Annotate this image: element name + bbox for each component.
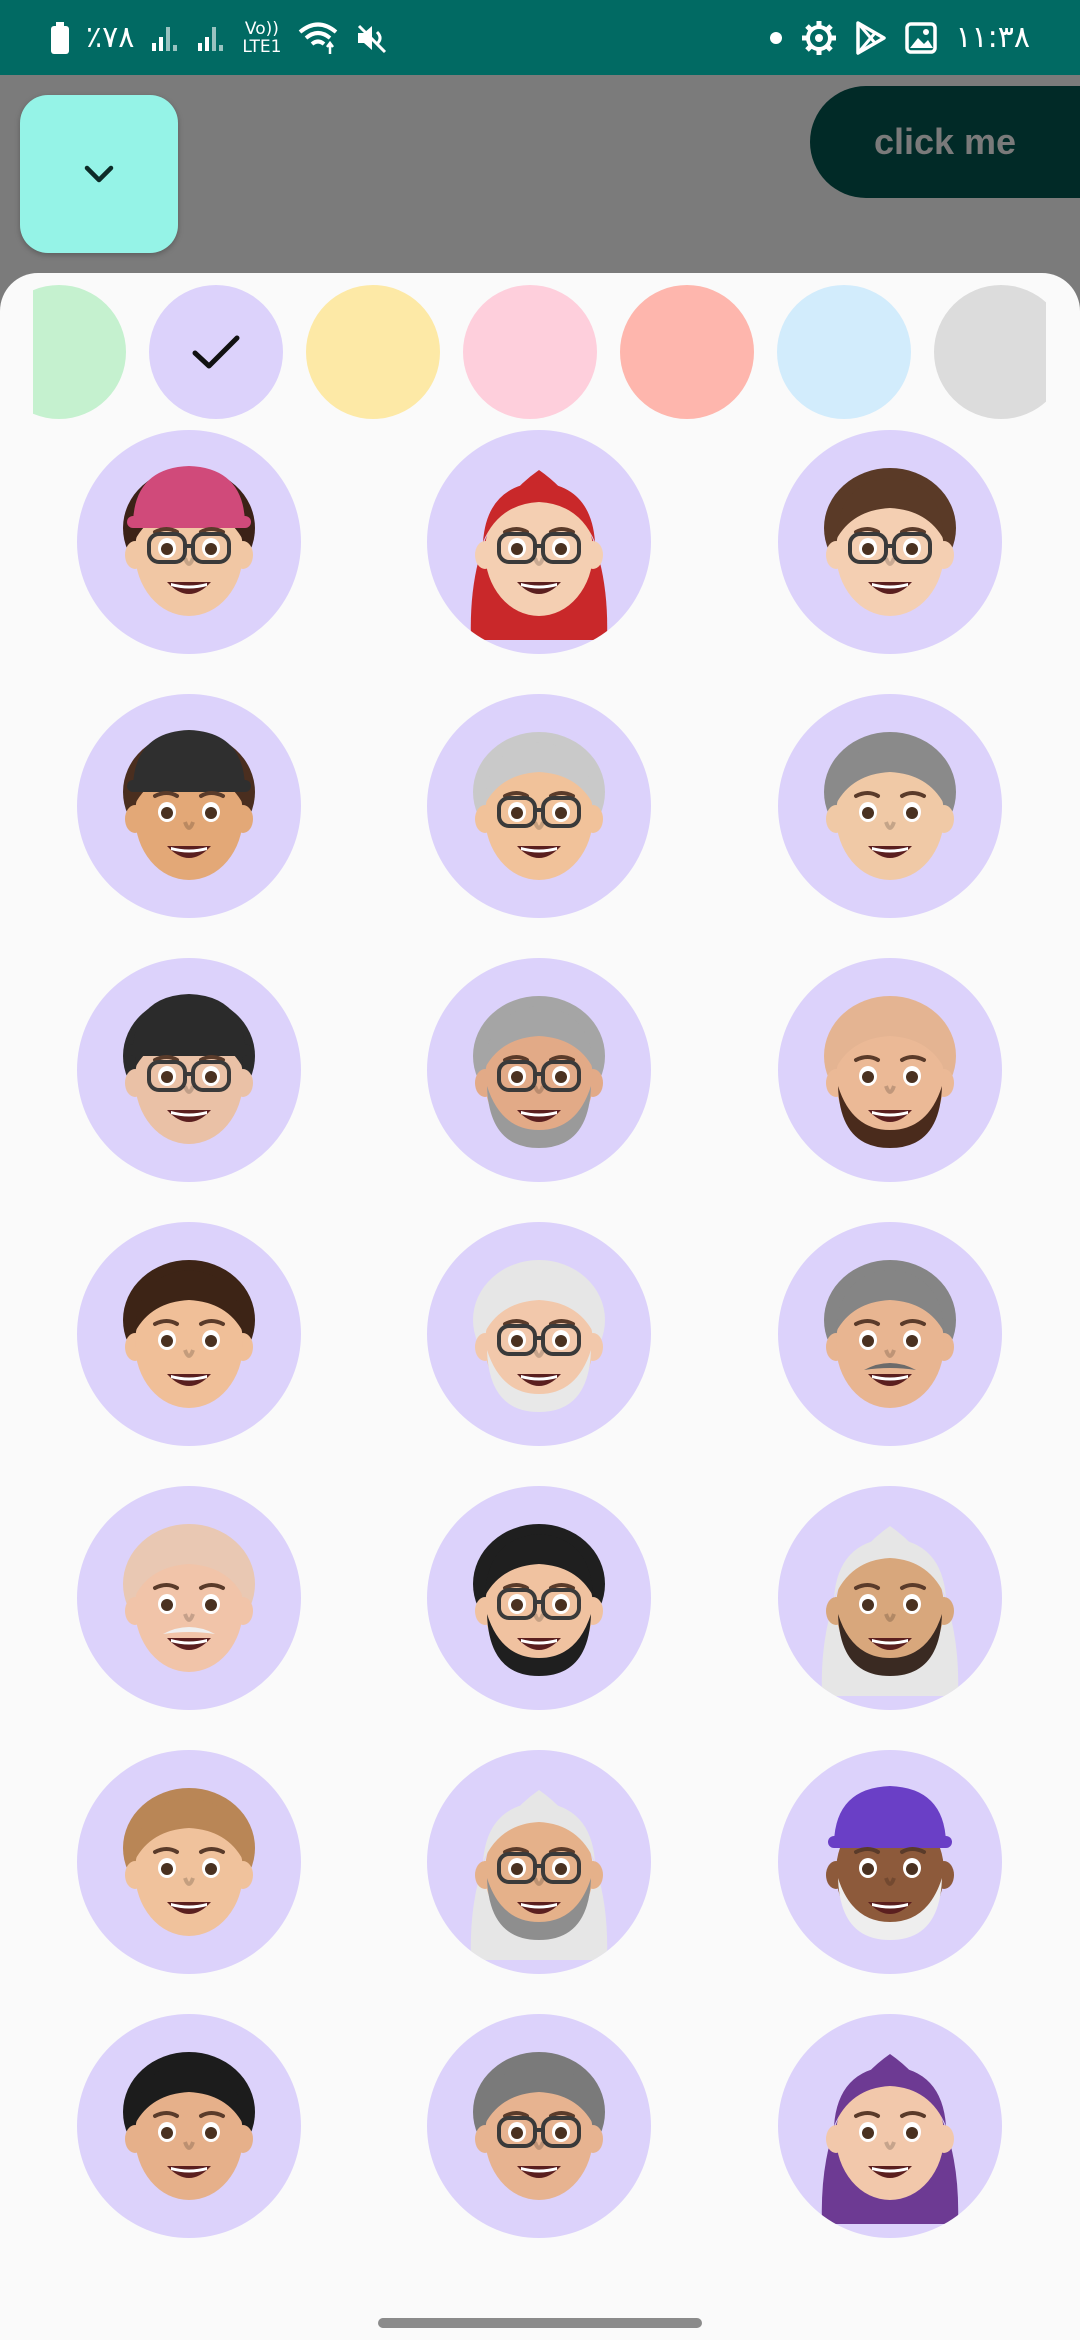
color-swatch-row[interactable] xyxy=(33,285,1046,421)
click-me-label: click me xyxy=(873,121,1017,162)
avatar-option[interactable] xyxy=(778,1750,1002,1974)
avatar-option[interactable] xyxy=(427,1222,651,1446)
avatar-option[interactable] xyxy=(778,1222,1002,1446)
home-indicator[interactable] xyxy=(378,2318,702,2328)
color-swatch[interactable] xyxy=(33,285,126,419)
avatar-option[interactable] xyxy=(778,1486,1002,1710)
avatar-option[interactable] xyxy=(427,958,651,1182)
volte-icon: Vo)) LTE1 xyxy=(242,20,281,56)
avatar-option[interactable] xyxy=(427,2014,651,2238)
avatar-option[interactable] xyxy=(427,1750,651,1974)
dropdown-toggle-button[interactable] xyxy=(20,95,178,253)
avatar-option[interactable] xyxy=(778,958,1002,1182)
avatar-option[interactable] xyxy=(427,1486,651,1710)
avatar-option[interactable] xyxy=(77,2014,301,2238)
avatar-option[interactable] xyxy=(77,694,301,918)
color-swatch[interactable] xyxy=(777,285,911,419)
signal-icon xyxy=(196,23,226,53)
color-swatch[interactable] xyxy=(306,285,440,419)
avatar-picker-sheet xyxy=(0,273,1080,2340)
avatar-option[interactable] xyxy=(77,1750,301,1974)
color-swatch[interactable] xyxy=(620,285,754,419)
avatar-option[interactable] xyxy=(427,430,651,654)
settings-icon xyxy=(801,20,837,56)
avatar-option[interactable] xyxy=(778,2014,1002,2238)
color-swatch[interactable] xyxy=(934,285,1046,419)
check-icon xyxy=(190,332,242,372)
gallery-icon xyxy=(905,21,938,54)
click-me-button[interactable]: click me xyxy=(810,86,1080,198)
avatar-option[interactable] xyxy=(77,430,301,654)
color-swatch[interactable] xyxy=(463,285,597,419)
volte-line1: Vo)) xyxy=(244,18,279,39)
avatar-option[interactable] xyxy=(77,958,301,1182)
play-store-icon xyxy=(855,20,887,55)
volte-line2: LTE1 xyxy=(242,36,282,57)
status-bar: ٪۷۸ Vo)) LTE1 ۱۱:۳۸ xyxy=(0,0,1080,75)
color-swatch[interactable] xyxy=(149,285,283,419)
battery-icon xyxy=(50,21,70,54)
avatar-option[interactable] xyxy=(77,1222,301,1446)
avatar-option[interactable] xyxy=(427,694,651,918)
clock: ۱۱:۳۸ xyxy=(955,20,1030,55)
avatar-option[interactable] xyxy=(778,430,1002,654)
signal-icon xyxy=(150,23,180,53)
avatar-option[interactable] xyxy=(778,694,1002,918)
chevron-down-icon xyxy=(81,162,117,186)
dot-icon xyxy=(769,31,783,45)
avatar-option[interactable] xyxy=(77,1486,301,1710)
mute-icon xyxy=(355,22,389,54)
wifi-icon xyxy=(297,21,339,55)
battery-percent: ٪۷۸ xyxy=(86,20,135,55)
